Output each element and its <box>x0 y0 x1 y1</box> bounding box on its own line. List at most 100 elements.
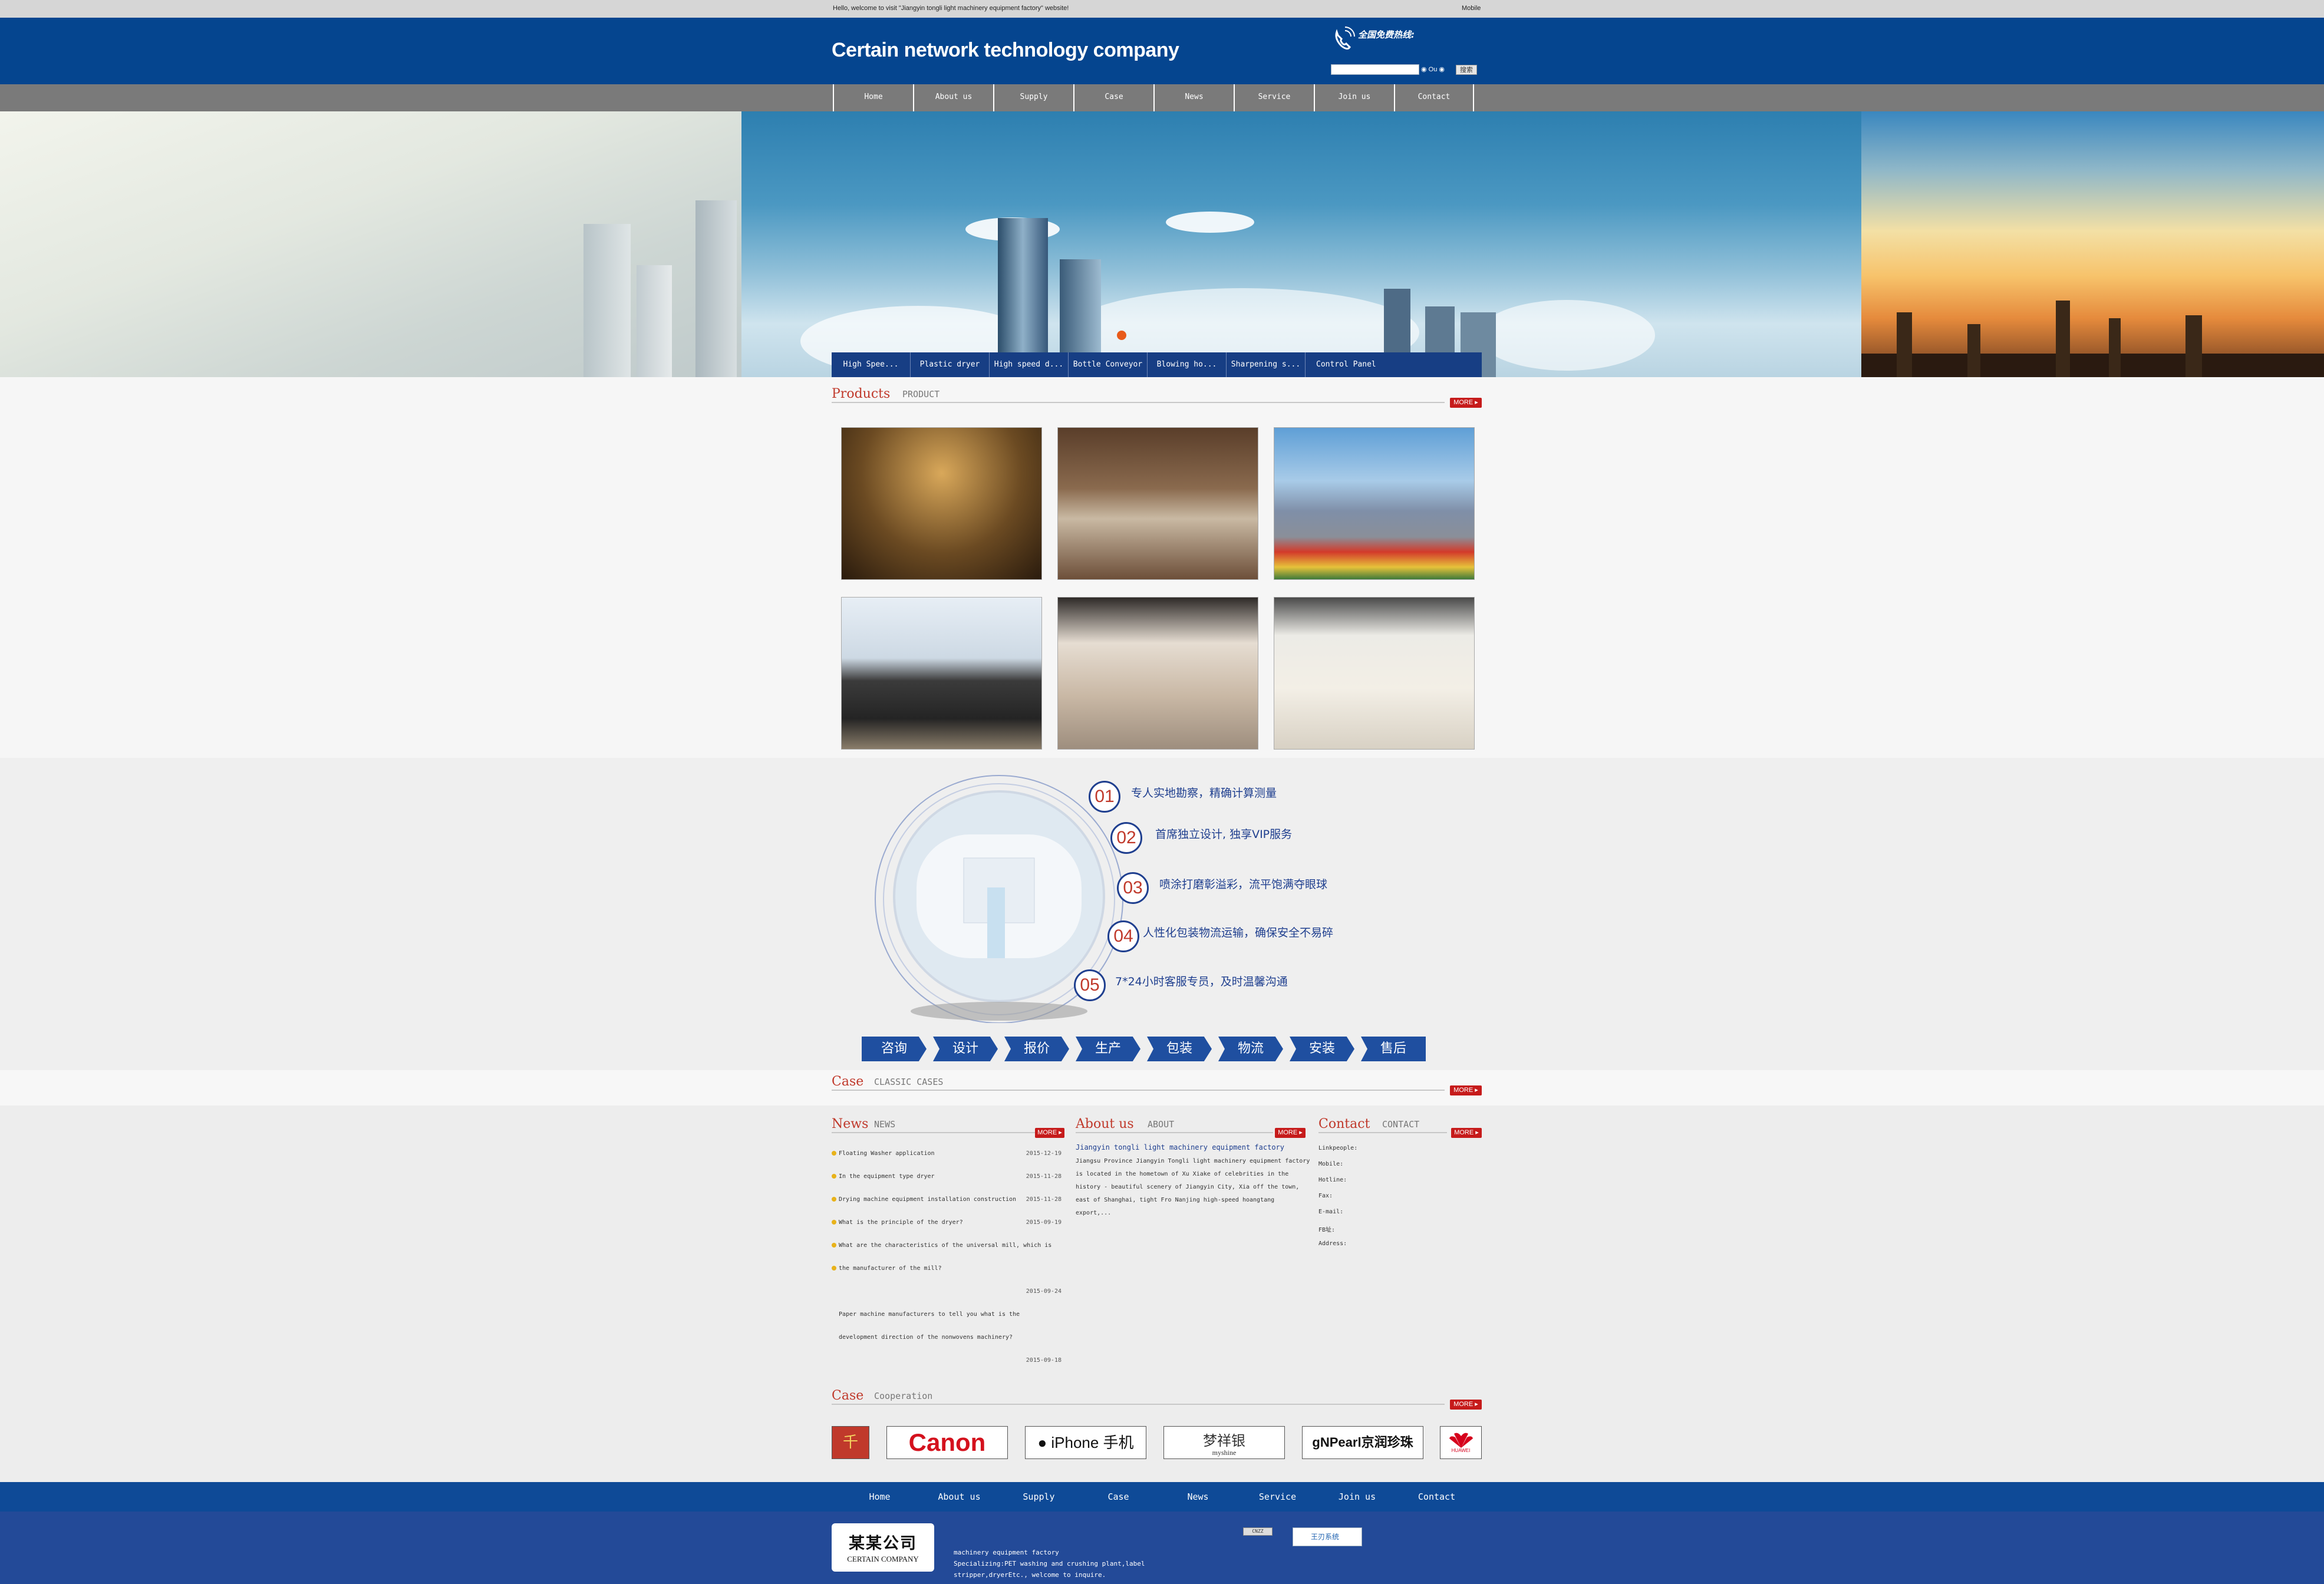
footer-nav-home[interactable]: Home <box>840 1482 919 1512</box>
partner-logo-canon[interactable]: Canon <box>886 1426 1008 1459</box>
nav-join[interactable]: Join us <box>1314 84 1394 111</box>
about-company-link[interactable]: Jiangyin tongli light machinery equipmen… <box>1076 1143 1284 1151</box>
products-more-button[interactable]: MORE ▸ <box>1450 398 1482 408</box>
nav-case[interactable]: Case <box>1073 84 1153 111</box>
footer-nav-case[interactable]: Case <box>1079 1482 1158 1512</box>
banner-right-image <box>1861 111 2324 377</box>
cooperation-more-button[interactable]: MORE ▸ <box>1450 1400 1482 1410</box>
banner-tab-1[interactable]: High Spee... <box>832 352 911 377</box>
contact-header: Contact CONTACT MORE ▸ <box>1318 1117 1482 1138</box>
search-button[interactable]: 搜索 <box>1456 65 1477 75</box>
banner-tab-6[interactable]: Sharpening s... <box>1227 352 1306 377</box>
nav-home[interactable]: Home <box>833 84 913 111</box>
search-input[interactable] <box>1331 64 1419 75</box>
process-arrow-produce[interactable]: 生产 <box>1076 1037 1140 1061</box>
about-more-button[interactable]: MORE ▸ <box>1275 1128 1306 1138</box>
footer-nav-news[interactable]: News <box>1158 1482 1238 1512</box>
step-text-3: 喷涂打磨彰溢彩，流平饱满夺眼球 <box>1159 878 1328 891</box>
cooperation-title: Case <box>832 1388 864 1403</box>
process-arrow-package[interactable]: 包装 <box>1147 1037 1212 1061</box>
bullet-icon <box>832 1266 836 1270</box>
main-nav-bar: Home About us Supply Case News Service J… <box>0 84 2324 111</box>
cooperation-header: Case Cooperation MORE ▸ <box>832 1388 1482 1410</box>
banner-tabs: High Spee... Plastic dryer High speed d.… <box>832 352 1482 377</box>
process-section <box>0 758 2324 1070</box>
company-name[interactable]: Certain network technology company <box>832 39 1179 62</box>
footer-line-2: Specializing:PET washing and crushing pl… <box>954 1560 1145 1579</box>
footer-nav-contact[interactable]: Contact <box>1397 1482 1476 1512</box>
partner-logo-iphone[interactable]: ● iPhone 手机 <box>1025 1426 1146 1459</box>
products-subtitle: PRODUCT <box>902 389 940 400</box>
mobile-link[interactable]: Mobile <box>1462 5 1481 12</box>
news-more-button[interactable]: MORE ▸ <box>1035 1128 1064 1138</box>
cooperation-divider <box>832 1404 1445 1405</box>
news-item-title: In the equipment type dryer <box>839 1173 935 1180</box>
hotline-label: 全国免费热线: <box>1358 29 1415 40</box>
footer-nav-supply[interactable]: Supply <box>999 1482 1079 1512</box>
banner-tab-7[interactable]: Control Panel <box>1306 352 1441 377</box>
product-thumb-6[interactable] <box>1274 597 1475 750</box>
case-title: Case <box>832 1074 864 1089</box>
slider-dot-active[interactable] <box>1117 331 1126 340</box>
bullet-icon <box>832 1174 836 1179</box>
product-thumb-5[interactable] <box>1057 597 1258 750</box>
news-item-title: Drying machine equipment installation co… <box>839 1196 1017 1203</box>
partner-logo-huawei-text: HUAWEI <box>1451 1448 1471 1453</box>
product-thumb-2[interactable] <box>1057 427 1258 580</box>
product-thumb-1[interactable] <box>841 427 1042 580</box>
partner-logo-myshine[interactable]: 梦祥银 myshine <box>1163 1426 1285 1459</box>
process-arrow-install[interactable]: 安装 <box>1290 1037 1354 1061</box>
banner-tab-4[interactable]: Bottle Conveyor <box>1069 352 1148 377</box>
nav-news[interactable]: News <box>1153 84 1234 111</box>
about-more-label: MORE <box>1278 1129 1298 1136</box>
footer-logo[interactable]: 某某公司 CERTAIN COMPANY <box>832 1523 934 1572</box>
partner-logo-1[interactable]: 千 <box>832 1426 869 1459</box>
banner-tab-5[interactable]: Blowing ho... <box>1148 352 1227 377</box>
process-arrow-aftersales[interactable]: 售后 <box>1361 1037 1426 1061</box>
partner-logo-iphone-text: iPhone 手机 <box>1051 1434 1134 1451</box>
step-number-3: 03 <box>1117 872 1149 904</box>
bullet-icon <box>832 1220 836 1225</box>
banner-slider[interactable]: High Spee... Plastic dryer High speed d.… <box>0 111 2324 377</box>
search-radio[interactable]: ◉ Ou ◉ <box>1421 65 1445 73</box>
contact-email: E-mail: <box>1318 1209 1344 1215</box>
system-badge[interactable]: 王刃系统 <box>1293 1527 1362 1546</box>
footer-nav-join[interactable]: Join us <box>1317 1482 1397 1512</box>
news-item-date: 2015-11-28 <box>1026 1196 1062 1203</box>
footer-nav-about[interactable]: About us <box>919 1482 999 1512</box>
cooperation-more-label: MORE <box>1453 1401 1473 1408</box>
partner-logo-huawei[interactable]: HUAWEI <box>1440 1426 1482 1459</box>
nav-about[interactable]: About us <box>913 84 993 111</box>
contact-more-button[interactable]: MORE ▸ <box>1451 1128 1482 1138</box>
footer-nav-service[interactable]: Service <box>1238 1482 1317 1512</box>
footer-nav: Home About us Supply Case News Service J… <box>840 1482 1476 1512</box>
nav-service[interactable]: Service <box>1234 84 1314 111</box>
about-subtitle: ABOUT <box>1148 1119 1175 1130</box>
process-arrow-quote[interactable]: 报价 <box>1004 1037 1069 1061</box>
step-number-2: 02 <box>1110 822 1142 854</box>
nav-supply[interactable]: Supply <box>993 84 1073 111</box>
footer-logo-en: CERTAIN COMPANY <box>847 1555 919 1563</box>
contact-fax: Fax: <box>1318 1193 1333 1199</box>
case-more-button[interactable]: MORE ▸ <box>1450 1085 1482 1095</box>
products-title: Products <box>832 387 891 401</box>
news-item-title: development direction of the nonwovens m… <box>839 1334 1013 1341</box>
cooperation-subtitle: Cooperation <box>874 1391 933 1401</box>
contact-mobile: Mobile: <box>1318 1161 1344 1167</box>
contact-website: FB址: <box>1318 1227 1336 1233</box>
footer-line-1: machinery equipment factory <box>954 1549 1059 1556</box>
news-item-date: 2015-12-19 <box>1026 1150 1062 1157</box>
about-header: About us ABOUT MORE ▸ <box>1076 1117 1306 1138</box>
banner-tab-2[interactable]: Plastic dryer <box>911 352 990 377</box>
banner-tab-3[interactable]: High speed d... <box>990 352 1069 377</box>
product-thumb-3[interactable] <box>1274 427 1475 580</box>
process-arrow-design[interactable]: 设计 <box>933 1037 998 1061</box>
nav-contact[interactable]: Contact <box>1394 84 1474 111</box>
product-thumb-4[interactable] <box>841 597 1042 750</box>
apple-icon: ● <box>1037 1434 1051 1451</box>
partner-logo-gnpearl[interactable]: gNPearl京润珍珠 <box>1302 1426 1423 1459</box>
cnzz-badge[interactable]: CNZZ <box>1243 1527 1273 1536</box>
process-arrow-consult[interactable]: 咨询 <box>862 1037 927 1061</box>
process-arrow-logistics[interactable]: 物流 <box>1218 1037 1283 1061</box>
contact-more-label: MORE <box>1454 1129 1474 1136</box>
